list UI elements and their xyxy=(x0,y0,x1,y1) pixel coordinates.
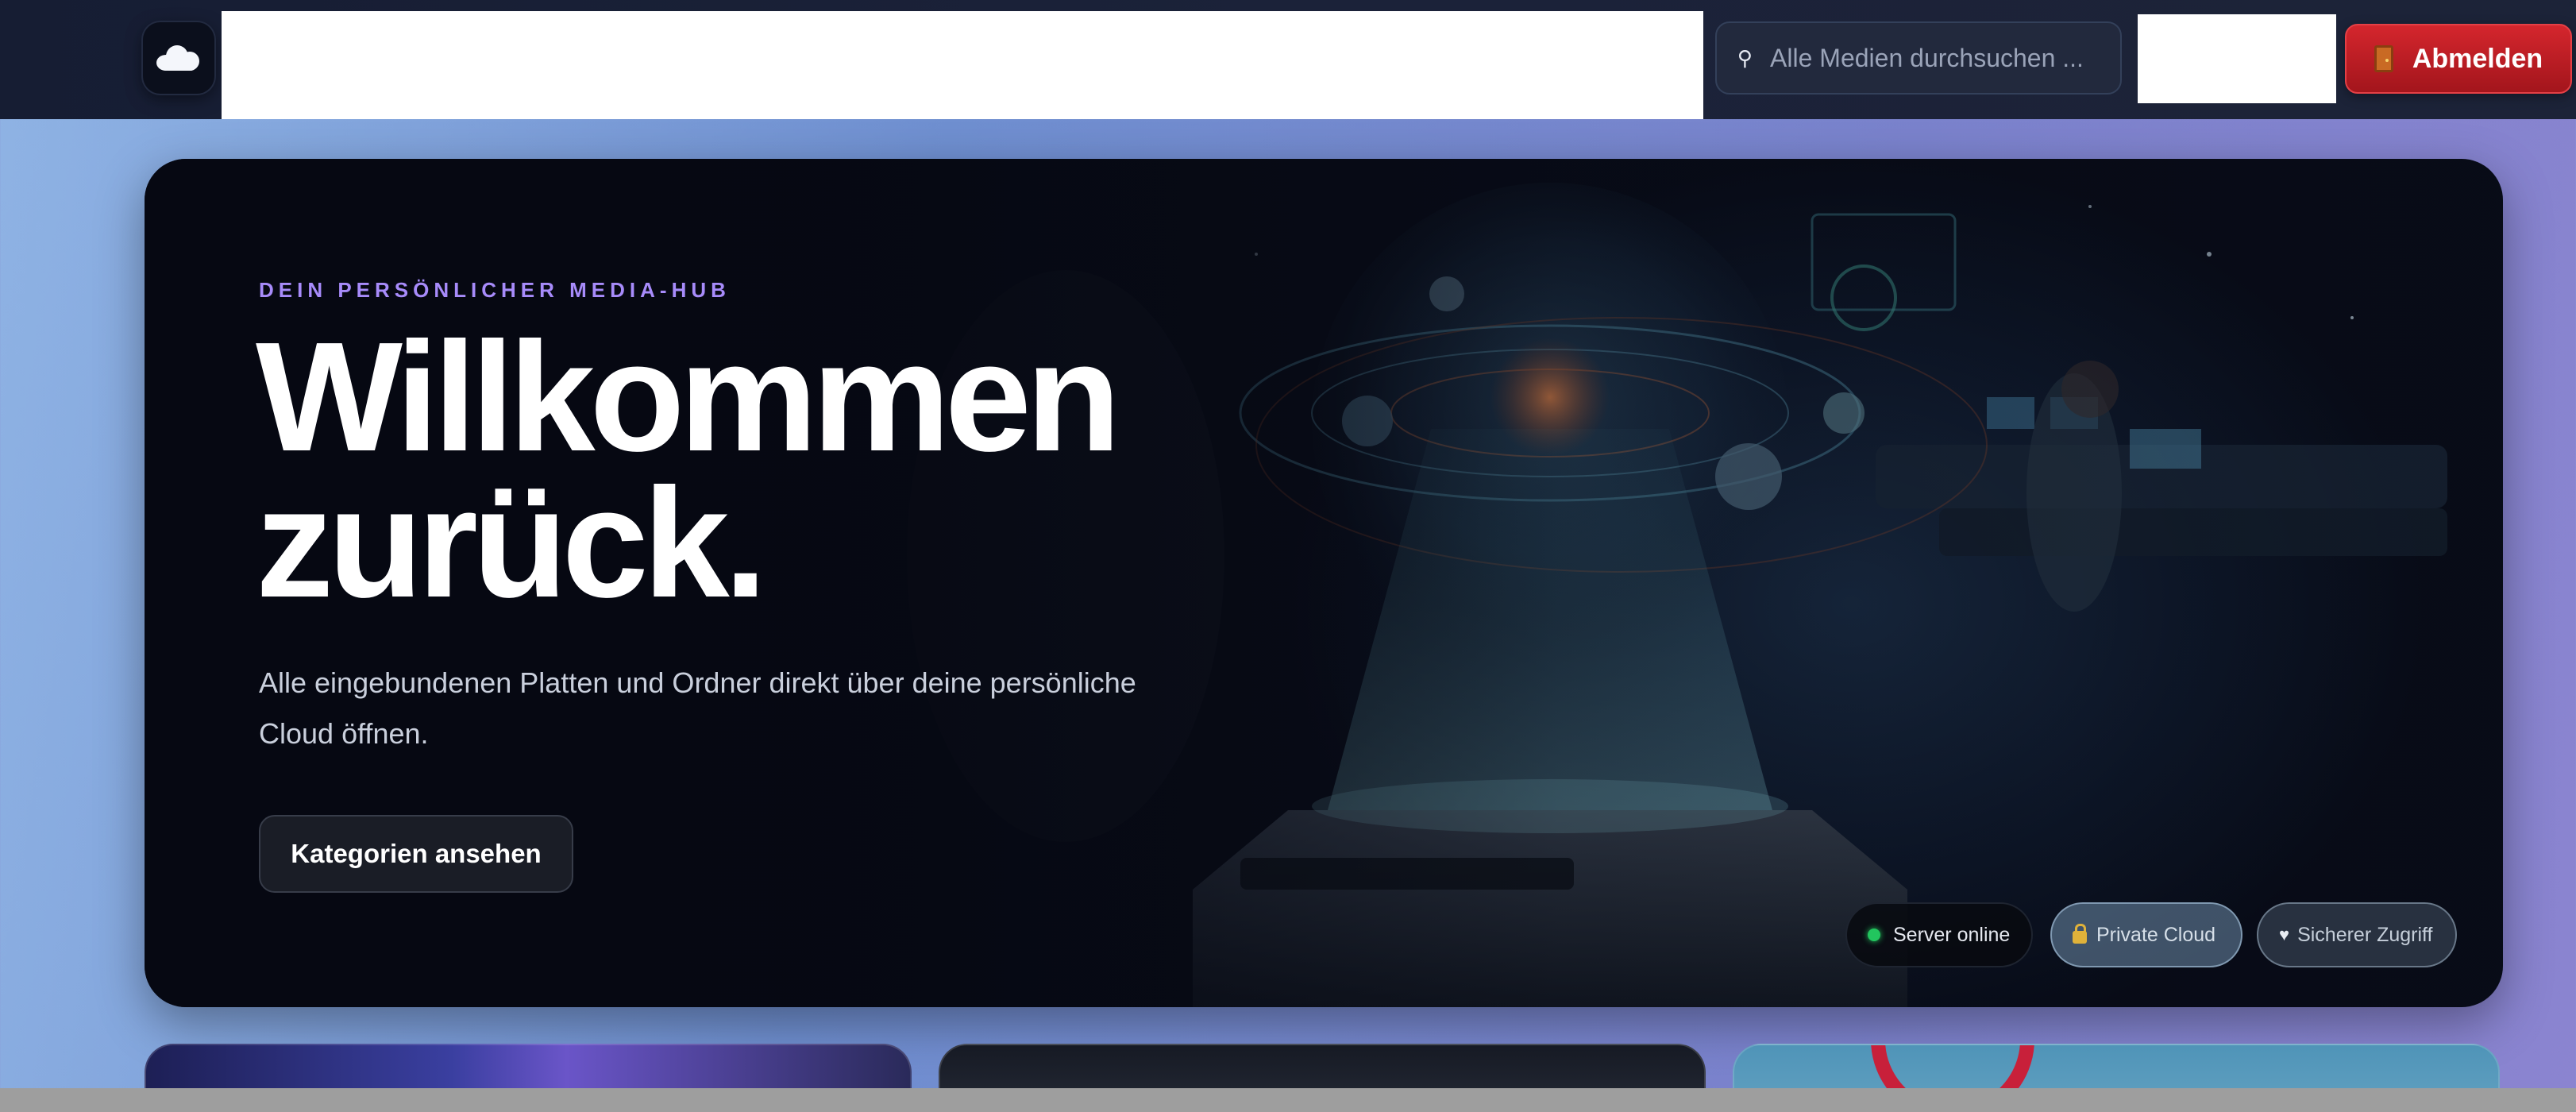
view-categories-button[interactable]: Kategorien ansehen xyxy=(259,815,573,893)
navigation-area xyxy=(222,11,1703,119)
server-status-label: Server online xyxy=(1893,923,2011,946)
logout-label: Abmelden xyxy=(2412,43,2543,74)
top-bar: ⚲ Abmelden xyxy=(0,0,2576,119)
search-input[interactable] xyxy=(1770,43,2104,73)
heart-icon: ♥ xyxy=(2279,925,2290,944)
hero-title: Willkommen zurück. xyxy=(256,319,1288,621)
home-logo[interactable] xyxy=(143,22,214,94)
server-status-chip: Server online xyxy=(1845,902,2033,967)
cloud-icon xyxy=(156,45,201,71)
horizontal-scrollbar[interactable] xyxy=(0,1088,2576,1112)
hero-title-line-2: zurück. xyxy=(256,456,767,630)
user-area xyxy=(2138,14,2336,103)
door-icon xyxy=(2374,45,2393,72)
status-dot-icon xyxy=(1868,929,1880,941)
private-cloud-label: Private Cloud xyxy=(2096,923,2216,946)
hero-eyebrow: DEIN PERSÖNLICHER MEDIA-HUB xyxy=(259,278,731,302)
search-icon: ⚲ xyxy=(1737,45,1753,70)
hero-banner: DEIN PERSÖNLICHER MEDIA-HUB Willkommen z… xyxy=(145,159,2503,1007)
secure-access-label: Sicherer Zugriff xyxy=(2297,923,2433,946)
secure-access-chip: ♥ Sicherer Zugriff xyxy=(2257,902,2457,967)
logout-button[interactable]: Abmelden xyxy=(2345,24,2572,94)
hero-subtitle: Alle eingebundenen Platten und Ordner di… xyxy=(259,666,1136,750)
search-box[interactable]: ⚲ xyxy=(1715,21,2122,95)
lock-icon xyxy=(2073,924,2087,944)
private-cloud-chip: Private Cloud xyxy=(2050,902,2242,967)
